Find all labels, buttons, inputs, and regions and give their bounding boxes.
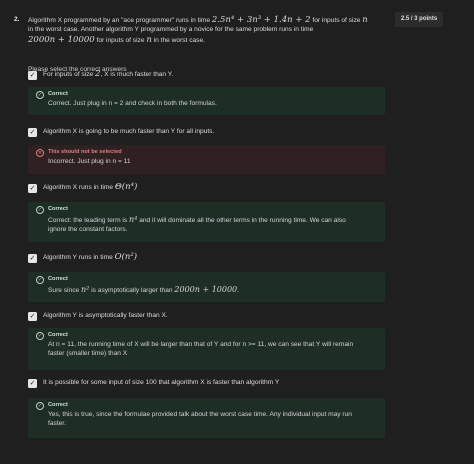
checkbox-checked[interactable]: ✓	[28, 127, 37, 137]
checkmark-icon: ✓	[29, 253, 36, 262]
check-circle-icon: ✓	[36, 91, 44, 99]
checkbox-checked[interactable]: ✓	[28, 183, 37, 193]
answer-option-5[interactable]: ✓ Algorithm Y is asymptotically faster t…	[28, 310, 168, 322]
question-number: 2.	[14, 16, 20, 23]
math-y-time: 2000n + 10000	[28, 35, 95, 46]
checkbox-checked[interactable]: ✓	[28, 70, 37, 80]
checkbox-checked[interactable]: ✓	[28, 378, 37, 388]
feedback-correct: ✓ Correct Yes, this is true, since the fo…	[28, 398, 385, 438]
checkbox-checked[interactable]: ✓	[28, 311, 37, 321]
feedback-correct: ✓ Correct Correct: the leading term is n⁴…	[28, 202, 385, 242]
checkmark-icon: ✓	[29, 378, 36, 387]
check-circle-icon: ✓	[36, 332, 44, 340]
answer-option-2[interactable]: ✓ Algorithm X is going to be much faster…	[28, 126, 214, 138]
feedback-correct: ✓ Correct At n = 11, the running time of …	[28, 328, 385, 370]
x-circle-icon: ✕	[36, 149, 44, 157]
math-x-time: 2.5n⁴ + 3n³ + 1.4n + 2	[211, 15, 311, 25]
check-circle-icon: ✓	[36, 276, 44, 284]
points-badge: 2.5 / 3 points	[395, 12, 443, 27]
feedback-correct: ✓ Correct Sure since n² is asymptotically…	[28, 272, 385, 302]
answer-option-6[interactable]: ✓ It is possible for some input of size …	[28, 377, 279, 389]
answer-option-4[interactable]: ✓ Algorithm Y runs in time O(n²)	[28, 252, 137, 264]
checkmark-icon: ✓	[29, 70, 36, 79]
checkmark-icon: ✓	[29, 127, 36, 136]
answer-option-3[interactable]: ✓ Algorithm X runs in time Θ(n⁴)	[28, 182, 137, 194]
checkmark-icon: ✓	[29, 311, 36, 320]
question-prompt: Algorithm X programmed by an "ace progra…	[28, 15, 368, 46]
feedback-incorrect: ✕ This should not be selected Incorrect. …	[28, 145, 385, 174]
checkmark-icon: ✓	[29, 183, 36, 192]
answer-option-1[interactable]: ✓ For inputs of size 2, X is much faster…	[28, 69, 173, 81]
check-circle-icon: ✓	[36, 402, 44, 410]
feedback-correct: ✓ Correct Correct. Just plug in n = 2 and…	[28, 87, 385, 115]
check-circle-icon: ✓	[36, 206, 44, 214]
checkbox-checked[interactable]: ✓	[28, 253, 37, 263]
